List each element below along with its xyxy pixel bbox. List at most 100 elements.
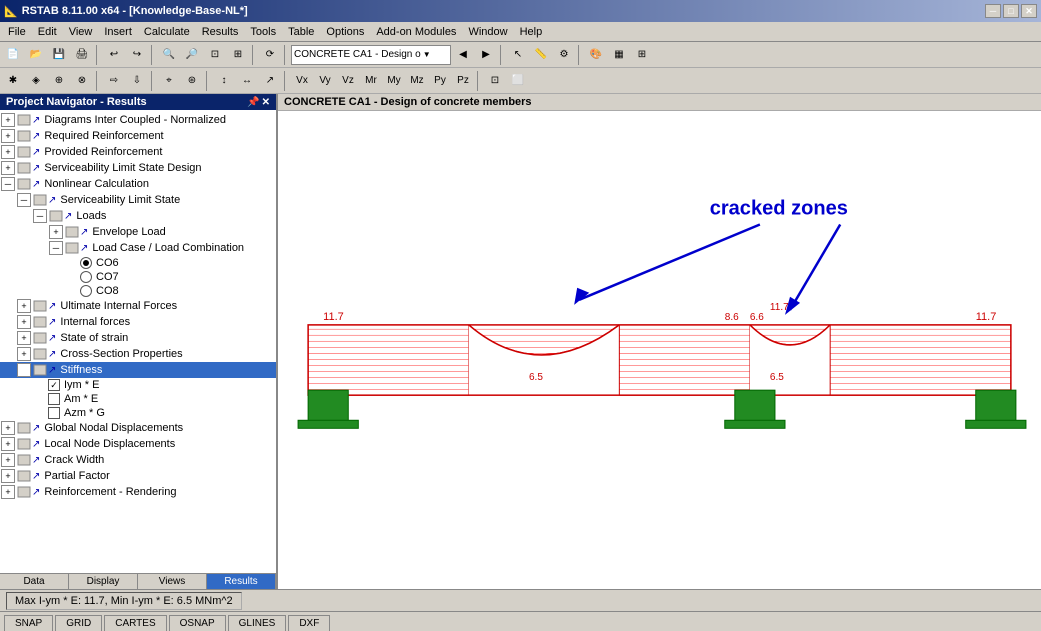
bottom-tab-glines[interactable]: GLINES bbox=[228, 615, 287, 631]
nav-pin-button[interactable]: 📌 bbox=[247, 97, 259, 108]
tb-undo[interactable]: ↩ bbox=[103, 44, 125, 66]
tb-zoom-sel[interactable]: ⊞ bbox=[227, 44, 249, 66]
checkbox-azm-g[interactable] bbox=[48, 407, 60, 419]
tree-item-local-node[interactable]: +↗Local Node Displacements bbox=[0, 436, 276, 452]
expand-loads[interactable]: ─ bbox=[33, 209, 47, 223]
menu-item-add-on-modules[interactable]: Add-on Modules bbox=[370, 24, 462, 40]
tb2-load3[interactable]: ↗ bbox=[259, 70, 281, 92]
tb2-view2[interactable]: Vy bbox=[314, 70, 336, 92]
radio-co7[interactable] bbox=[80, 271, 92, 283]
nav-header-controls[interactable]: 📌 ✕ bbox=[247, 97, 270, 108]
tb-zoom-all[interactable]: ⊡ bbox=[204, 44, 226, 66]
tb2-py[interactable]: Py bbox=[429, 70, 451, 92]
close-button[interactable]: ✕ bbox=[1021, 4, 1037, 18]
tb-zoom-out[interactable]: 🔎 bbox=[181, 44, 203, 66]
menu-item-tools[interactable]: Tools bbox=[244, 24, 282, 40]
tb-zoom-in[interactable]: 🔍 bbox=[158, 44, 180, 66]
menu-item-window[interactable]: Window bbox=[462, 24, 513, 40]
tree-item-required-reinf[interactable]: +↗Required Reinforcement bbox=[0, 128, 276, 144]
tree-item-state-strain[interactable]: +↗State of strain bbox=[0, 330, 276, 346]
tree-item-envelope-load[interactable]: +↗Envelope Load bbox=[0, 224, 276, 240]
tb-measure[interactable]: 📏 bbox=[530, 44, 552, 66]
tb2-5[interactable]: ⇨ bbox=[103, 70, 125, 92]
tb-redo[interactable]: ↪ bbox=[126, 44, 148, 66]
maximize-button[interactable]: □ bbox=[1003, 4, 1019, 18]
tree-item-lc-combo[interactable]: ─↗Load Case / Load Combination bbox=[0, 240, 276, 256]
menu-item-table[interactable]: Table bbox=[282, 24, 320, 40]
tree-item-am-e[interactable]: Am * E bbox=[0, 392, 276, 406]
tree-item-co6[interactable]: CO6 bbox=[0, 256, 276, 270]
tb2-view1[interactable]: Vx bbox=[291, 70, 313, 92]
expand-required-reinf[interactable]: + bbox=[1, 129, 15, 143]
expand-sls[interactable]: ─ bbox=[17, 193, 31, 207]
expand-state-strain[interactable]: + bbox=[17, 331, 31, 345]
tb-print[interactable]: 🖨 bbox=[71, 44, 93, 66]
tree-item-nonlinear[interactable]: ─↗Nonlinear Calculation bbox=[0, 176, 276, 192]
tree-item-co8[interactable]: CO8 bbox=[0, 284, 276, 298]
tb2-3[interactable]: ⊕ bbox=[48, 70, 70, 92]
tb2-pz[interactable]: Pz bbox=[452, 70, 474, 92]
tree-item-reinforcement-rendering[interactable]: +↗Reinforcement - Rendering bbox=[0, 484, 276, 500]
tree-item-provided-reinf[interactable]: +↗Provided Reinforcement bbox=[0, 144, 276, 160]
tb2-my[interactable]: My bbox=[383, 70, 405, 92]
tb2-snap[interactable]: ⊛ bbox=[181, 70, 203, 92]
tb2-load1[interactable]: ↕ bbox=[213, 70, 235, 92]
expand-internal-forces[interactable]: + bbox=[17, 315, 31, 329]
expand-provided-reinf[interactable]: + bbox=[1, 145, 15, 159]
expand-local-node[interactable]: + bbox=[1, 437, 15, 451]
titlebar-controls[interactable]: ─ □ ✕ bbox=[985, 4, 1037, 18]
tb-save[interactable]: 💾 bbox=[48, 44, 70, 66]
tb2-6[interactable]: ⇩ bbox=[126, 70, 148, 92]
bottom-tab-osnap[interactable]: OSNAP bbox=[169, 615, 226, 631]
tb2-axes[interactable]: ⌖ bbox=[158, 70, 180, 92]
menu-item-file[interactable]: File bbox=[2, 24, 32, 40]
nav-tab-data[interactable]: Data bbox=[0, 574, 69, 589]
menu-item-insert[interactable]: Insert bbox=[98, 24, 138, 40]
tb2-iso[interactable]: ⊡ bbox=[484, 70, 506, 92]
expand-serviceability[interactable]: + bbox=[1, 161, 15, 175]
tb2-mr[interactable]: Mr bbox=[360, 70, 382, 92]
tb-open[interactable]: 📂 bbox=[25, 44, 47, 66]
menu-item-options[interactable]: Options bbox=[320, 24, 370, 40]
expand-reinforcement-rendering[interactable]: + bbox=[1, 485, 15, 499]
tree-item-ult-internal-forces[interactable]: +↗Ultimate Internal Forces bbox=[0, 298, 276, 314]
tb2-view3[interactable]: Vz bbox=[337, 70, 359, 92]
nav-tab-display[interactable]: Display bbox=[69, 574, 138, 589]
bottom-tab-snap[interactable]: SNAP bbox=[4, 615, 53, 631]
tree-item-internal-forces[interactable]: +↗Internal forces bbox=[0, 314, 276, 330]
tree-item-iym-e[interactable]: ✓Iym * E bbox=[0, 378, 276, 392]
canvas-content[interactable]: 11.7 11.7 6.5 8.6 6.6 11.7 6.5 cracked z… bbox=[278, 111, 1041, 589]
nav-close-button[interactable]: ✕ bbox=[262, 97, 270, 108]
tb2-mz[interactable]: Mz bbox=[406, 70, 428, 92]
tb2-load2[interactable]: ↔ bbox=[236, 70, 258, 92]
menu-item-edit[interactable]: Edit bbox=[32, 24, 63, 40]
expand-stiffness[interactable]: ─ bbox=[17, 363, 31, 377]
tb-options[interactable]: ⚙ bbox=[553, 44, 575, 66]
tree-item-crack-width[interactable]: +↗Crack Width bbox=[0, 452, 276, 468]
tb-nav-right[interactable]: ▶ bbox=[475, 44, 497, 66]
tree-item-sls[interactable]: ─↗Serviceability Limit State bbox=[0, 192, 276, 208]
expand-envelope-load[interactable]: + bbox=[49, 225, 63, 239]
nav-tab-results[interactable]: Results bbox=[207, 574, 276, 589]
tree-item-partial-factor[interactable]: +↗Partial Factor bbox=[0, 468, 276, 484]
menu-item-help[interactable]: Help bbox=[514, 24, 549, 40]
tree-item-stiffness[interactable]: ─↗Stiffness bbox=[0, 362, 276, 378]
tb-grid[interactable]: ⊞ bbox=[631, 44, 653, 66]
tree-item-azm-g[interactable]: Azm * G bbox=[0, 406, 276, 420]
expand-nonlinear[interactable]: ─ bbox=[1, 177, 15, 191]
radio-co6[interactable] bbox=[80, 257, 92, 269]
checkbox-am-e[interactable] bbox=[48, 393, 60, 405]
minimize-button[interactable]: ─ bbox=[985, 4, 1001, 18]
tb2-4[interactable]: ⊗ bbox=[71, 70, 93, 92]
radio-co8[interactable] bbox=[80, 285, 92, 297]
expand-partial-factor[interactable]: + bbox=[1, 469, 15, 483]
tb2-1[interactable]: ✱ bbox=[2, 70, 24, 92]
tree-item-serviceability[interactable]: +↗Serviceability Limit State Design bbox=[0, 160, 276, 176]
bottom-tab-dxf[interactable]: DXF bbox=[288, 615, 330, 631]
expand-lc-combo[interactable]: ─ bbox=[49, 241, 63, 255]
tb-rotate[interactable]: ⟳ bbox=[259, 44, 281, 66]
tb-select[interactable]: ↖ bbox=[507, 44, 529, 66]
checkbox-iym-e[interactable]: ✓ bbox=[48, 379, 60, 391]
tb2-front[interactable]: ⬜ bbox=[507, 70, 529, 92]
tree-item-loads[interactable]: ─↗Loads bbox=[0, 208, 276, 224]
